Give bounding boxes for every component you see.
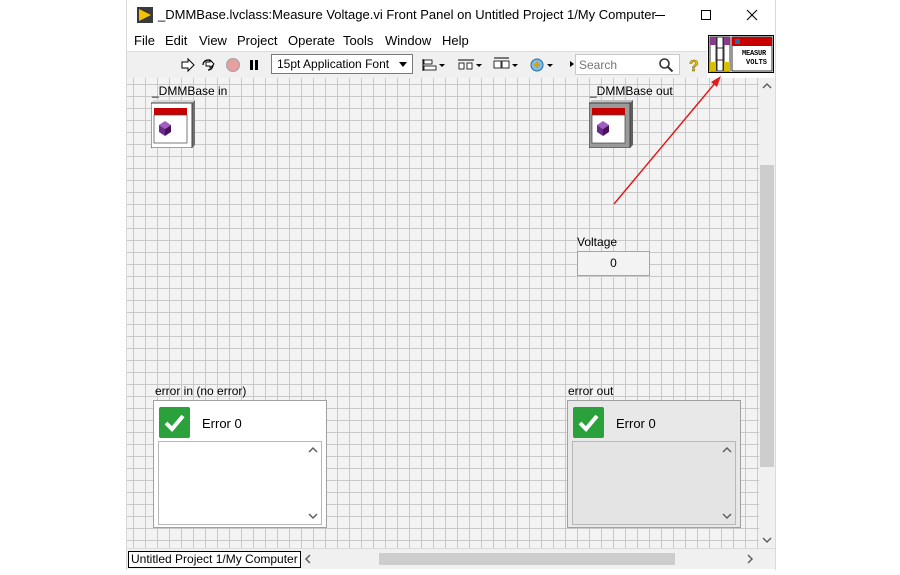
horizontal-scroll-thumb[interactable] bbox=[379, 553, 675, 565]
context-help-icon: ? bbox=[689, 58, 699, 74]
distribute-objects-icon bbox=[458, 59, 482, 70]
minimize-button[interactable] bbox=[637, 0, 683, 30]
window-title: _DMMBase.lvclass:Measure Voltage.vi Fron… bbox=[158, 7, 656, 22]
toolbar-overflow-icon[interactable] bbox=[570, 61, 574, 67]
context-help-button[interactable]: ? bbox=[685, 55, 703, 75]
error-in-label: error in (no error) bbox=[155, 384, 247, 398]
connector-pane[interactable]: MEASUR VOLTS bbox=[708, 35, 774, 73]
class-object-icon bbox=[150, 100, 197, 149]
menu-file[interactable]: File bbox=[134, 33, 155, 48]
menu-window[interactable]: Window bbox=[385, 33, 431, 48]
pause-icon bbox=[250, 60, 258, 70]
abort-icon bbox=[226, 58, 240, 72]
scroll-down-icon[interactable] bbox=[762, 536, 772, 544]
vi-icon-text-1: MEASUR bbox=[742, 50, 767, 58]
error-out-source-scrollbar[interactable] bbox=[719, 442, 735, 524]
align-objects-button[interactable] bbox=[419, 55, 449, 75]
menu-view[interactable]: View bbox=[199, 33, 227, 48]
minimize-icon bbox=[655, 15, 665, 16]
search-input[interactable] bbox=[579, 57, 655, 72]
menu-bar: File Edit View Project Operate Tools Win… bbox=[127, 30, 775, 51]
run-continuously-icon bbox=[202, 58, 215, 71]
error-in-code: Error 0 bbox=[202, 416, 242, 431]
font-select[interactable]: 15pt Application Font bbox=[271, 54, 413, 74]
pause-button[interactable] bbox=[245, 55, 263, 75]
distribute-objects-button[interactable] bbox=[455, 55, 485, 75]
maximize-icon bbox=[701, 10, 711, 20]
close-button[interactable] bbox=[729, 0, 775, 30]
error-out-label: error out bbox=[568, 384, 614, 398]
dmm-base-out-indicator[interactable] bbox=[588, 100, 635, 149]
reorder-button[interactable] bbox=[527, 55, 557, 75]
chevron-down-icon bbox=[399, 62, 407, 67]
voltage-label: Voltage bbox=[577, 235, 618, 249]
dmm-base-in-control[interactable] bbox=[150, 100, 197, 149]
toolbar: 15pt Application Font Search ? bbox=[127, 51, 707, 80]
voltage-indicator[interactable]: 0 bbox=[577, 251, 650, 276]
reorder-icon bbox=[530, 58, 553, 72]
error-out-indicator[interactable]: Error 0 bbox=[567, 400, 741, 528]
run-button[interactable] bbox=[179, 55, 197, 75]
menu-operate[interactable]: Operate bbox=[288, 33, 335, 48]
menu-project[interactable]: Project bbox=[237, 33, 277, 48]
vi-front-panel-window: _DMMBase.lvclass:Measure Voltage.vi Fron… bbox=[126, 0, 776, 570]
font-select-value: 15pt Application Font bbox=[277, 57, 390, 71]
error-in-source-text[interactable] bbox=[158, 441, 322, 525]
resize-objects-button[interactable] bbox=[491, 55, 521, 75]
svg-text:?: ? bbox=[689, 58, 699, 74]
error-in-control[interactable]: Error 0 bbox=[153, 400, 327, 528]
error-out-code: Error 0 bbox=[616, 416, 656, 431]
search-icon[interactable] bbox=[658, 57, 674, 73]
status-check-icon bbox=[573, 407, 604, 438]
front-panel[interactable]: _DMMBase in _DMMBase out Voltage 0 error… bbox=[127, 78, 759, 548]
class-object-icon bbox=[588, 100, 635, 149]
menu-help[interactable]: Help bbox=[442, 33, 469, 48]
resize-objects-icon bbox=[493, 57, 518, 69]
status-bar: Untitled Project 1/My Computer bbox=[127, 548, 775, 569]
scroll-up-icon[interactable] bbox=[762, 82, 772, 90]
menu-edit[interactable]: Edit bbox=[165, 33, 187, 48]
maximize-button[interactable] bbox=[683, 0, 729, 30]
project-context-label[interactable]: Untitled Project 1/My Computer bbox=[128, 551, 301, 568]
vertical-scroll-thumb[interactable] bbox=[760, 165, 774, 467]
scroll-left-icon[interactable] bbox=[304, 554, 312, 564]
close-icon bbox=[746, 9, 758, 21]
title-bar[interactable]: _DMMBase.lvclass:Measure Voltage.vi Fron… bbox=[127, 0, 775, 30]
vi-icon-text-2: VOLTS bbox=[746, 59, 768, 67]
error-out-source-text[interactable] bbox=[572, 441, 736, 525]
abort-button[interactable] bbox=[224, 55, 242, 75]
dmm-out-label: _DMMBase out bbox=[590, 84, 673, 98]
search-box[interactable] bbox=[575, 54, 680, 75]
labview-vi-icon bbox=[137, 7, 153, 23]
status-check-icon[interactable] bbox=[159, 407, 190, 438]
align-objects-icon bbox=[422, 59, 445, 71]
menu-tools[interactable]: Tools bbox=[343, 33, 373, 48]
dmm-in-label: _DMMBase in bbox=[152, 84, 228, 98]
run-arrow-icon bbox=[181, 57, 195, 73]
scroll-right-icon[interactable] bbox=[746, 554, 754, 564]
error-in-source-scrollbar[interactable] bbox=[305, 442, 321, 524]
run-continuously-button[interactable] bbox=[199, 55, 219, 75]
